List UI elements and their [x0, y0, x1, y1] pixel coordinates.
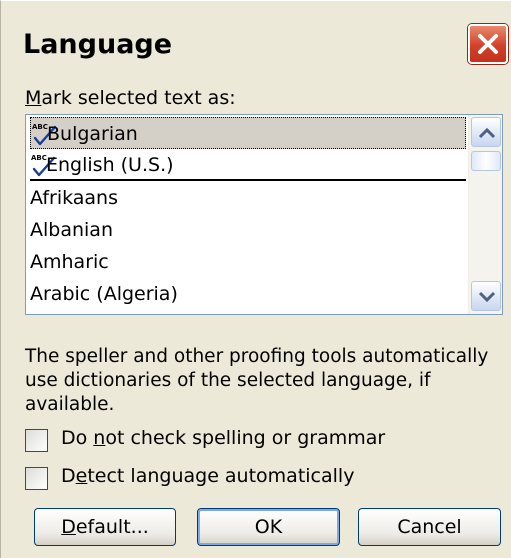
close-button[interactable]	[468, 24, 508, 64]
svg-text:ABC: ABC	[32, 123, 48, 131]
list-item-label: Albanian	[30, 219, 113, 241]
list-item-arabic-algeria[interactable]: Arabic (Algeria)	[30, 278, 466, 310]
proofing-info-text: The speller and other proofing tools aut…	[25, 346, 489, 415]
close-icon	[478, 34, 498, 54]
list-item-amharic[interactable]: Amharic	[30, 246, 466, 278]
ok-button[interactable]: OK	[197, 508, 340, 546]
no-check-spelling-label[interactable]: Do not check spelling or grammar	[61, 427, 385, 449]
label-part: D	[61, 465, 76, 487]
list-separator	[30, 179, 466, 181]
mark-label-rest: ark selected text as:	[41, 87, 236, 109]
vertical-scrollbar[interactable]	[468, 115, 502, 314]
default-button[interactable]: Default...	[34, 508, 176, 546]
title-bar[interactable]: Language	[1, 1, 511, 75]
language-listbox[interactable]: ABC Bulgarian ABC English (U.S.) Afrikaa…	[25, 114, 503, 315]
list-item-label: English (U.S.)	[46, 154, 174, 176]
list-item-label: Arabic (Algeria)	[30, 283, 178, 305]
mark-label-mnemonic: M	[25, 87, 42, 109]
cancel-button[interactable]: Cancel	[358, 508, 501, 546]
scroll-down-button[interactable]	[471, 281, 501, 311]
label-part: Do	[61, 427, 94, 449]
label-mnemonic: n	[93, 427, 106, 449]
language-dialog: Language Mark selected text as: ABC Bulg…	[0, 0, 511, 558]
list-item-albanian[interactable]: Albanian	[30, 214, 466, 246]
label-mnemonic: e	[75, 465, 88, 487]
scroll-thumb[interactable]	[471, 151, 501, 171]
list-item-afrikaans[interactable]: Afrikaans	[30, 182, 466, 214]
list-item-label: Afrikaans	[30, 187, 118, 209]
button-label: efault...	[75, 516, 149, 538]
button-mnemonic: D	[61, 516, 76, 538]
chevron-down-icon	[478, 291, 496, 303]
list-item-english-us[interactable]: ABC English (U.S.)	[30, 149, 466, 181]
dialog-title: Language	[23, 29, 173, 60]
svg-text:ABC: ABC	[31, 154, 47, 162]
scroll-up-button[interactable]	[471, 117, 501, 147]
mark-selected-label: Mark selected text as:	[25, 87, 236, 109]
list-item-bulgarian[interactable]: ABC Bulgarian	[30, 117, 466, 149]
chevron-up-icon	[478, 127, 496, 139]
label-part: ot check spelling or grammar	[105, 427, 386, 449]
detect-language-checkbox[interactable]	[25, 467, 48, 490]
list-item-label: Bulgarian	[47, 123, 138, 145]
detect-language-label[interactable]: Detect language automatically	[61, 465, 354, 487]
no-check-spelling-checkbox[interactable]	[25, 429, 48, 452]
label-part: tect language automatically	[87, 465, 355, 487]
list-item-label: Amharic	[30, 251, 109, 273]
language-list-items: ABC Bulgarian ABC English (U.S.) Afrikaa…	[26, 115, 468, 314]
